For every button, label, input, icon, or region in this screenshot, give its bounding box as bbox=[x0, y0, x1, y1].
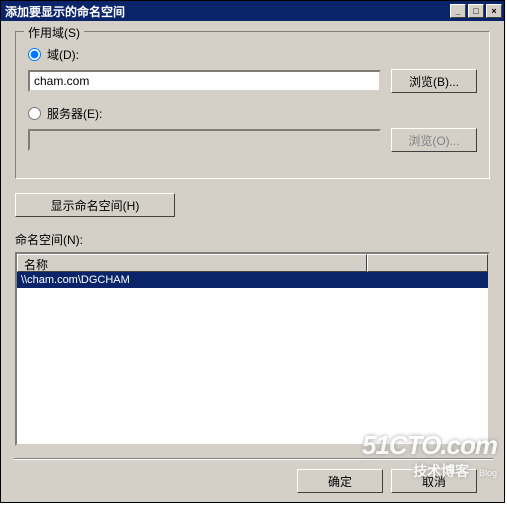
list-item[interactable]: \\cham.com\DGCHAM bbox=[17, 272, 488, 288]
namespace-listview[interactable]: 名称 \\cham.com\DGCHAM bbox=[15, 252, 490, 446]
listview-body: \\cham.com\DGCHAM bbox=[17, 272, 488, 288]
column-header-name[interactable]: 名称 bbox=[17, 254, 367, 272]
domain-radio-label: 域(D): bbox=[47, 46, 79, 63]
window-title: 添加要显示的命名空间 bbox=[5, 3, 448, 20]
browse-server-button: 浏览(O)... bbox=[391, 128, 477, 152]
dialog-window: 添加要显示的命名空间 _ □ × 作用域(S) 域(D): 浏览(B)... 服… bbox=[0, 0, 505, 503]
server-radio-row: 服务器(E): bbox=[28, 105, 477, 122]
domain-radio[interactable] bbox=[28, 48, 41, 61]
server-field-row: 浏览(O)... bbox=[28, 128, 477, 152]
domain-field-row: 浏览(B)... bbox=[28, 69, 477, 93]
titlebar: 添加要显示的命名空间 _ □ × bbox=[1, 1, 504, 21]
server-input bbox=[28, 129, 381, 151]
browse-domain-button[interactable]: 浏览(B)... bbox=[391, 69, 477, 93]
cancel-button[interactable]: 取消 bbox=[391, 469, 477, 493]
listview-header: 名称 bbox=[17, 254, 488, 272]
scope-groupbox: 作用域(S) 域(D): 浏览(B)... 服务器(E): 浏览(O)... bbox=[15, 31, 490, 179]
close-button[interactable]: × bbox=[486, 4, 502, 18]
scope-legend: 作用域(S) bbox=[24, 24, 84, 41]
server-radio[interactable] bbox=[28, 107, 41, 120]
namespace-label: 命名空间(N): bbox=[15, 231, 490, 248]
ok-button[interactable]: 确定 bbox=[297, 469, 383, 493]
maximize-button[interactable]: □ bbox=[468, 4, 484, 18]
domain-radio-row: 域(D): bbox=[28, 46, 477, 63]
titlebar-buttons: _ □ × bbox=[448, 4, 502, 18]
show-namespace-button[interactable]: 显示命名空间(H) bbox=[15, 193, 175, 217]
column-header-spacer bbox=[367, 254, 488, 272]
domain-input[interactable] bbox=[28, 70, 381, 92]
server-radio-label: 服务器(E): bbox=[47, 105, 102, 122]
dialog-button-bar: 确定 取消 bbox=[14, 458, 493, 493]
dialog-content: 作用域(S) 域(D): 浏览(B)... 服务器(E): 浏览(O)... 显… bbox=[1, 21, 504, 456]
minimize-button[interactable]: _ bbox=[450, 4, 466, 18]
